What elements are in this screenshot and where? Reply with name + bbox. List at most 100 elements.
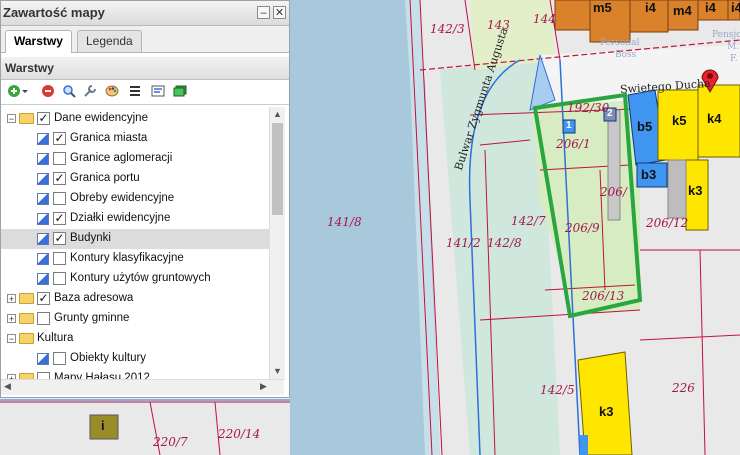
layer-icon xyxy=(37,193,49,205)
tab-legenda[interactable]: Legenda xyxy=(77,30,142,52)
building-number: 2 xyxy=(607,108,613,119)
panel-tabs: Warstwy Legenda xyxy=(1,26,289,53)
layer-checkbox[interactable]: ✓ xyxy=(53,132,66,145)
expand-icon[interactable]: + xyxy=(7,294,16,304)
building-label: b3 xyxy=(641,167,657,182)
expand-icon[interactable]: + xyxy=(7,314,16,324)
parcel-label: 206/ xyxy=(600,185,627,199)
tree-layer-row[interactable]: ✓ Działki ewidencyjne xyxy=(1,209,269,229)
parcel-label: 206/1 xyxy=(556,137,591,151)
parcel-label: 206/13 xyxy=(582,289,625,303)
properties-icon[interactable] xyxy=(151,84,165,98)
scroll-down-icon[interactable]: ▼ xyxy=(273,366,282,376)
scroll-left-icon[interactable]: ◀ xyxy=(4,381,11,392)
layer-checkbox[interactable] xyxy=(37,372,50,379)
tree-label: Mapy Hałasu 2012 xyxy=(54,372,150,379)
building-label: i4 xyxy=(705,0,716,15)
layer-checkbox[interactable]: ✓ xyxy=(37,292,50,305)
tree-group-row[interactable]: − ✓ Dane ewidencyjne xyxy=(1,109,269,129)
layer-checkbox[interactable]: ✓ xyxy=(53,232,66,245)
dropdown-arrow-icon[interactable] xyxy=(21,84,29,98)
list-icon[interactable] xyxy=(128,84,142,98)
tab-warstwy[interactable]: Warstwy xyxy=(5,30,72,53)
faded-text: Pensjo xyxy=(712,30,740,40)
parcel-label: 220/7 xyxy=(153,435,188,449)
vertical-scrollbar[interactable]: ▲ ▼ xyxy=(269,107,285,379)
map-contents-panel[interactable]: Zawartość mapy – ✕ Warstwy Legenda Warst… xyxy=(0,0,290,398)
tree-layer-row[interactable]: ✓ Budynki xyxy=(1,229,269,249)
layer-checkbox[interactable]: ✓ xyxy=(53,212,66,225)
parcel-label: 220/14 xyxy=(218,427,261,441)
tree-layer-row[interactable]: Obreby ewidencyjne xyxy=(1,189,269,209)
tree-label: Granica portu xyxy=(70,172,140,184)
layer-tree: − ✓ Dane ewidencyjne ✓ Granica miasta Granice… xyxy=(1,107,284,379)
layer-checkbox[interactable] xyxy=(53,192,66,205)
tree-layer-row[interactable]: Kontury klasyfikacyjne xyxy=(1,249,269,269)
building-label: i4 xyxy=(645,0,656,15)
collapse-icon[interactable]: − xyxy=(7,334,16,344)
layer-icon xyxy=(37,233,49,245)
layer-icon xyxy=(37,153,49,165)
tree-group-row[interactable]: + ✓ Baza adresowa xyxy=(1,289,269,309)
section-header: Warstwy xyxy=(1,57,289,80)
faded-text: M. xyxy=(727,42,740,52)
building xyxy=(667,159,687,219)
panel-titlebar[interactable]: Zawartość mapy – ✕ xyxy=(1,1,289,26)
tree-group-row[interactable]: + Grunty gminne xyxy=(1,309,269,329)
parcel-label: 226 xyxy=(672,381,695,395)
wrench-icon[interactable] xyxy=(83,84,97,98)
layer-toolbar xyxy=(1,80,289,105)
folder-icon xyxy=(19,333,34,344)
tree-group-row[interactable]: + Mapy Hałasu 2012 xyxy=(1,369,269,379)
building-number: 1 xyxy=(566,120,572,131)
close-button[interactable]: ✕ xyxy=(273,6,286,19)
layer-checkbox[interactable]: ✓ xyxy=(53,172,66,185)
layer-checkbox[interactable] xyxy=(37,312,50,325)
parcel-label: 142/5 xyxy=(540,383,575,397)
tree-layer-row[interactable]: ✓ Granica miasta xyxy=(1,129,269,149)
layer-icon xyxy=(37,353,49,365)
layer-checkbox[interactable]: ✓ xyxy=(37,112,50,125)
building-label: i xyxy=(101,418,105,433)
scroll-up-icon[interactable]: ▲ xyxy=(273,109,282,119)
layer-icon xyxy=(37,273,49,285)
tree-label: Obiekty kultury xyxy=(70,352,147,364)
parcel-label: 206/9 xyxy=(565,221,600,235)
layer-checkbox[interactable] xyxy=(53,252,66,265)
tree-label: Baza adresowa xyxy=(54,292,134,304)
tree-layer-row[interactable]: Obiekty kultury xyxy=(1,349,269,369)
add-layer-icon[interactable] xyxy=(7,84,21,98)
tree-label: Obreby ewidencyjne xyxy=(70,192,175,204)
tree-layer-row[interactable]: ✓ Granica portu xyxy=(1,169,269,189)
parcel-label: 206/12 xyxy=(646,216,689,230)
building-label: m4 xyxy=(673,3,692,18)
tree-label: Kontury klasyfikacyjne xyxy=(70,252,184,264)
collapse-icon[interactable]: − xyxy=(7,114,16,124)
horizontal-scrollbar[interactable]: ◀ ▶ xyxy=(1,379,284,395)
faded-text: Personal xyxy=(600,38,640,48)
palette-icon[interactable] xyxy=(105,84,119,98)
tree-label: Grunty gminne xyxy=(54,312,130,324)
layer-checkbox[interactable] xyxy=(53,352,66,365)
remove-layer-icon[interactable] xyxy=(41,84,55,98)
tree-layer-row[interactable]: Granice aglomeracji xyxy=(1,149,269,169)
scroll-thumb[interactable] xyxy=(272,123,283,215)
faded-text: Boss xyxy=(615,50,637,60)
panel-title: Zawartość mapy xyxy=(3,5,105,20)
tree-label: Działki ewidencyjne xyxy=(70,212,171,224)
scroll-right-icon[interactable]: ▶ xyxy=(260,381,267,392)
layer-checkbox[interactable] xyxy=(53,272,66,285)
building-label: k5 xyxy=(672,113,687,128)
search-icon[interactable] xyxy=(62,84,76,98)
tree-layer-row[interactable]: Kontury użytów gruntowych xyxy=(1,269,269,289)
building xyxy=(580,435,588,455)
faded-text: F. xyxy=(730,54,738,64)
folder-icon xyxy=(19,293,34,304)
layer-checkbox[interactable] xyxy=(53,152,66,165)
tree-group-row[interactable]: − Kultura xyxy=(1,329,269,349)
tree-label: Dane ewidencyjne xyxy=(54,112,148,124)
building-label: i4 xyxy=(731,0,740,15)
layers-icon[interactable] xyxy=(173,84,187,98)
parcel-label: 141/8 xyxy=(327,215,362,229)
minimize-button[interactable]: – xyxy=(257,6,270,19)
